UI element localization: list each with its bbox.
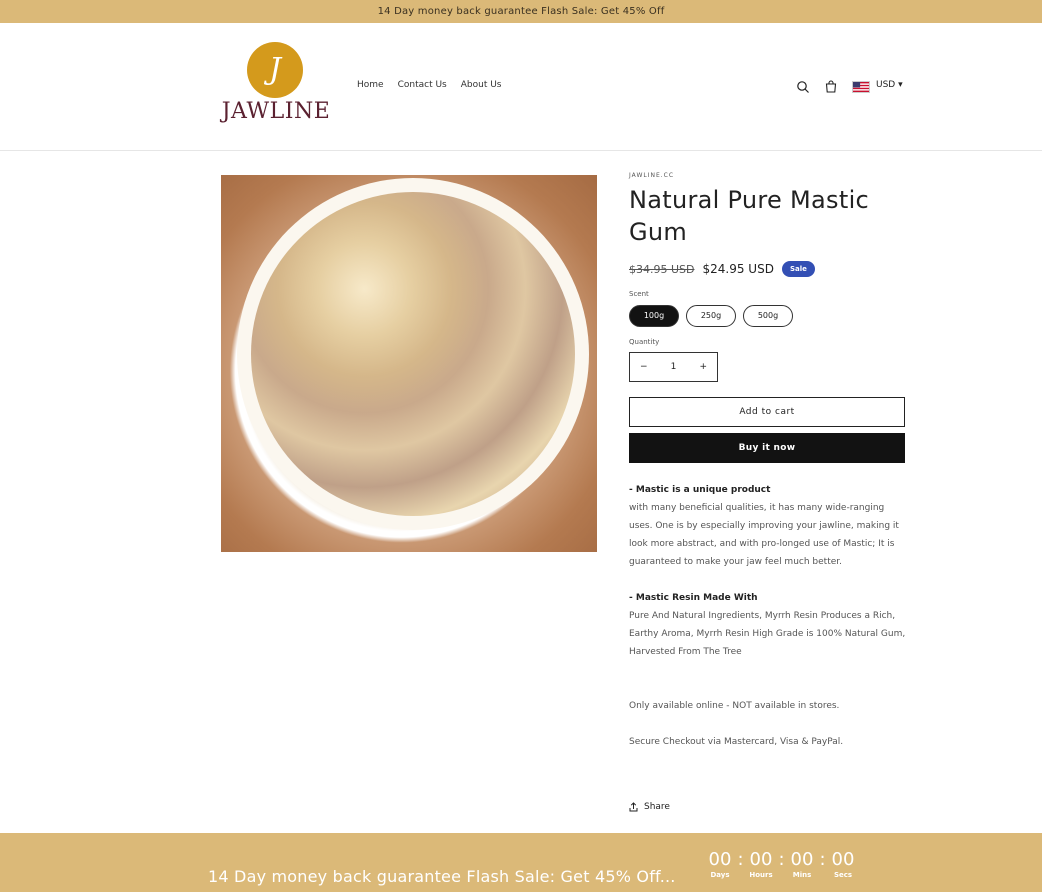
option-500g[interactable]: 500g <box>743 305 793 327</box>
share-icon <box>629 802 638 812</box>
us-flag-icon[interactable] <box>852 81 870 93</box>
buy-now-button[interactable]: Buy it now <box>629 433 905 463</box>
desc-heading-2: - Mastic Resin Made With <box>629 593 758 603</box>
flash-sale-bar: 14 Day money back guarantee Flash Sale: … <box>0 833 1042 892</box>
price-row: $34.95 USD $24.95 USD Sale <box>629 261 906 277</box>
sale-badge: Sale <box>781 261 815 277</box>
header-icons: USD ▾ <box>795 79 907 95</box>
product-title: Natural Pure Mastic Gum <box>629 186 870 246</box>
product-description: - Mastic is a unique product with many b… <box>629 481 906 751</box>
desc-paragraph-1: with many beneficial qualities, it has m… <box>629 503 899 567</box>
quantity-label: Quantity <box>629 338 660 346</box>
plus-icon[interactable]: + <box>699 362 707 372</box>
nav-home[interactable]: Home <box>357 80 384 90</box>
site-header: J JAWLINE Home Contact Us About Us USD ▾ <box>0 23 1042 151</box>
countdown-timer: 00 Days : 00 Hours : 00 Mins : 00 Secs <box>705 849 858 880</box>
logo-text: JAWLINE <box>221 99 331 124</box>
currency-selector[interactable]: USD ▾ <box>876 80 903 90</box>
option-250g[interactable]: 250g <box>686 305 736 327</box>
cart-icon[interactable] <box>823 79 839 95</box>
share-label: Share <box>644 802 670 812</box>
logo[interactable]: J JAWLINE <box>219 42 333 128</box>
currency-code: USD <box>876 80 896 90</box>
timer-days: 00 Days <box>708 849 732 880</box>
timer-mins: 00 Mins <box>790 849 814 880</box>
logo-letter: J <box>268 52 282 87</box>
nav-contact-us[interactable]: Contact Us <box>398 80 447 90</box>
timer-separator: : <box>778 849 785 870</box>
logo-emblem: J <box>247 42 303 98</box>
announcement-bar: 14 Day money back guarantee Flash Sale: … <box>0 0 1042 23</box>
scent-label: Scent <box>629 290 649 298</box>
price-sale: $24.95 USD <box>702 262 774 276</box>
product-info: JAWLINE.CC Natural Pure Mastic Gum $34.9… <box>629 172 906 751</box>
price-regular: $34.95 USD <box>629 262 695 276</box>
chevron-down-icon: ▾ <box>898 80 903 90</box>
desc-heading-1: - Mastic is a unique product <box>629 485 771 495</box>
product-vendor: JAWLINE.CC <box>629 172 675 179</box>
quantity-stepper: − 1 + <box>629 352 718 382</box>
product-image[interactable] <box>221 175 597 552</box>
resin-graphic <box>251 192 575 516</box>
desc-checkout: Secure Checkout via Mastercard, Visa & P… <box>629 737 844 747</box>
main-nav: Home Contact Us About Us <box>357 80 501 90</box>
quantity-input[interactable]: 1 <box>671 362 677 372</box>
minus-icon[interactable]: − <box>640 362 648 372</box>
nav-about-us[interactable]: About Us <box>461 80 502 90</box>
scent-options: 100g 250g 500g <box>629 305 906 327</box>
desc-availability: Only available online - NOT available in… <box>629 701 840 711</box>
timer-separator: : <box>819 849 826 870</box>
add-to-cart-button[interactable]: Add to cart <box>629 397 905 427</box>
share-button[interactable]: Share <box>629 802 670 812</box>
timer-hours: 00 Hours <box>749 849 773 880</box>
flash-sale-text: 14 Day money back guarantee Flash Sale: … <box>208 867 676 886</box>
timer-secs: 00 Secs <box>831 849 855 880</box>
option-100g[interactable]: 100g <box>629 305 679 327</box>
desc-paragraph-2: Pure And Natural Ingredients, Myrrh Resi… <box>629 611 906 657</box>
search-icon[interactable] <box>795 79 811 95</box>
timer-separator: : <box>737 849 744 870</box>
